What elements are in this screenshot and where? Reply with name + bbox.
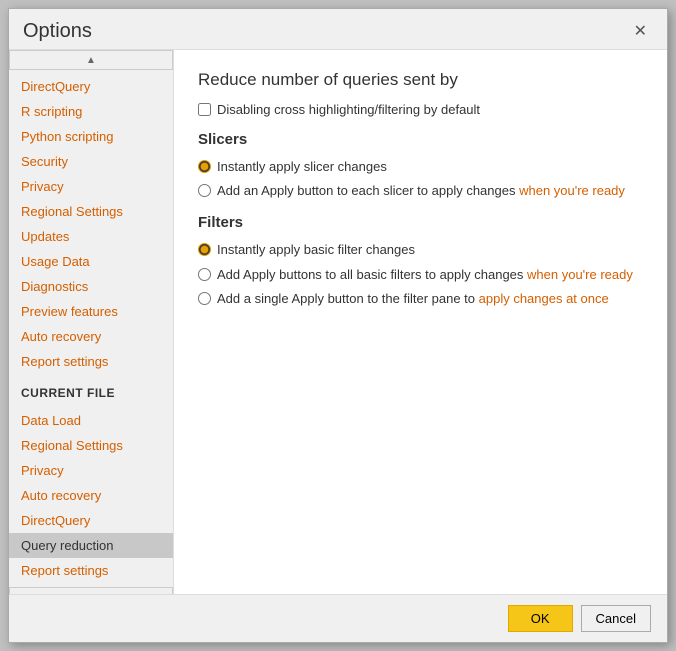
- sidebar-item-cf-auto-recovery[interactable]: Auto recovery: [9, 483, 173, 508]
- ok-button[interactable]: OK: [508, 605, 573, 632]
- checkbox-row: Disabling cross highlighting/filtering b…: [198, 102, 643, 117]
- sidebar-item-python-scripting[interactable]: Python scripting: [9, 124, 173, 149]
- scroll-up-button[interactable]: ▲: [9, 50, 173, 70]
- slicer-label-1: Add an Apply button to each slicer to ap…: [217, 182, 625, 200]
- sidebar-item-query-reduction[interactable]: Query reduction: [9, 533, 173, 558]
- filter-radio-0[interactable]: [198, 243, 211, 256]
- scroll-down-button[interactable]: ▼: [9, 587, 173, 594]
- filter-label-0: Instantly apply basic filter changes: [217, 241, 415, 259]
- sidebar-item-updates[interactable]: Updates: [9, 224, 173, 249]
- filter-label-2: Add a single Apply button to the filter …: [217, 290, 609, 308]
- slicer-option-1: Add an Apply button to each slicer to ap…: [198, 182, 643, 200]
- close-button[interactable]: ✕: [628, 19, 653, 43]
- dialog-body: ▲ DirectQueryR scriptingPython scripting…: [9, 49, 667, 594]
- sidebar-item-data-load[interactable]: Data Load: [9, 408, 173, 433]
- sidebar-item-usage-data[interactable]: Usage Data: [9, 249, 173, 274]
- sidebar-item-preview-features[interactable]: Preview features: [9, 299, 173, 324]
- filter-option-2: Add a single Apply button to the filter …: [198, 290, 643, 308]
- filter-label-1: Add Apply buttons to all basic filters t…: [217, 266, 633, 284]
- slicers-title: Slicers: [198, 131, 643, 148]
- filter-option-1: Add Apply buttons to all basic filters t…: [198, 266, 643, 284]
- slicers-radio-group: Instantly apply slicer changes Add an App…: [198, 158, 643, 200]
- main-content: Reduce number of queries sent by Disabli…: [174, 50, 667, 594]
- sidebar-item-cf-privacy[interactable]: Privacy: [9, 458, 173, 483]
- slicer-option-0: Instantly apply slicer changes: [198, 158, 643, 176]
- sidebar-item-directquery[interactable]: DirectQuery: [9, 74, 173, 99]
- cross-highlight-checkbox[interactable]: [198, 103, 211, 116]
- options-dialog: Options ✕ ▲ DirectQueryR scriptingPython…: [8, 8, 668, 643]
- sidebar-item-diagnostics[interactable]: Diagnostics: [9, 274, 173, 299]
- checkbox-label: Disabling cross highlighting/filtering b…: [217, 102, 480, 117]
- sidebar-item-privacy[interactable]: Privacy: [9, 174, 173, 199]
- cancel-button[interactable]: Cancel: [581, 605, 651, 632]
- sidebar-item-cf-report-settings[interactable]: Report settings: [9, 558, 173, 583]
- filters-title: Filters: [198, 214, 643, 231]
- filter-radio-1[interactable]: [198, 268, 211, 281]
- sidebar: ▲ DirectQueryR scriptingPython scripting…: [9, 50, 174, 594]
- filter-radio-2[interactable]: [198, 292, 211, 305]
- sidebar-current-file-items: Data LoadRegional SettingsPrivacyAuto re…: [9, 404, 173, 587]
- title-bar: Options ✕: [9, 9, 667, 49]
- main-heading: Reduce number of queries sent by: [198, 70, 643, 90]
- sidebar-item-cf-directquery[interactable]: DirectQuery: [9, 508, 173, 533]
- sidebar-item-r-scripting[interactable]: R scripting: [9, 99, 173, 124]
- sidebar-item-cf-regional-settings[interactable]: Regional Settings: [9, 433, 173, 458]
- slicer-radio-0[interactable]: [198, 160, 211, 173]
- sidebar-item-report-settings[interactable]: Report settings: [9, 349, 173, 374]
- slicer-label-0: Instantly apply slicer changes: [217, 158, 387, 176]
- sidebar-item-security[interactable]: Security: [9, 149, 173, 174]
- dialog-footer: OK Cancel: [9, 594, 667, 642]
- sidebar-item-auto-recovery[interactable]: Auto recovery: [9, 324, 173, 349]
- filter-option-0: Instantly apply basic filter changes: [198, 241, 643, 259]
- current-file-header: CURRENT FILE: [9, 378, 173, 404]
- sidebar-item-regional-settings[interactable]: Regional Settings: [9, 199, 173, 224]
- dialog-title: Options: [23, 20, 92, 43]
- sidebar-global-items: DirectQueryR scriptingPython scriptingSe…: [9, 70, 173, 378]
- slicer-radio-1[interactable]: [198, 184, 211, 197]
- filters-radio-group: Instantly apply basic filter changes Add …: [198, 241, 643, 308]
